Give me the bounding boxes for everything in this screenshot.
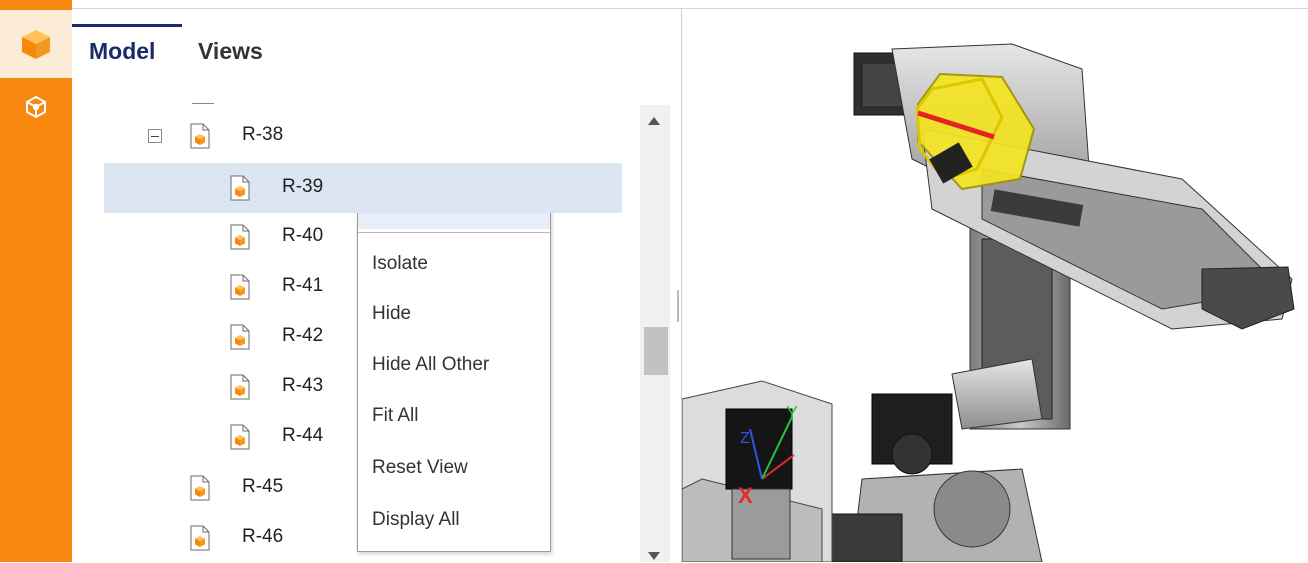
part-document-icon xyxy=(190,525,210,551)
active-tab-indicator xyxy=(72,24,182,27)
part-document-icon xyxy=(230,374,250,400)
tab-views[interactable]: Views xyxy=(198,38,263,65)
part-document-icon xyxy=(230,274,250,300)
tree-item[interactable] xyxy=(104,212,622,262)
part-document-icon xyxy=(230,324,250,350)
tree-item-label: R-41 xyxy=(282,275,324,296)
part-document-icon xyxy=(230,424,250,450)
rail-assembly-button[interactable] xyxy=(0,82,72,132)
tree-connector xyxy=(192,103,214,104)
scroll-up-icon[interactable] xyxy=(648,117,660,125)
part-document-icon xyxy=(230,175,250,201)
3d-viewport[interactable]: X Y Z xyxy=(682,9,1308,562)
model-cube-icon xyxy=(22,30,50,59)
part-document-icon xyxy=(190,475,210,501)
tree-item-label: R-44 xyxy=(282,425,324,446)
axis-y-label: Y xyxy=(786,403,798,423)
tree-item[interactable] xyxy=(104,312,622,362)
tree-item-label: R-46 xyxy=(242,526,284,547)
tree-item[interactable] xyxy=(104,513,622,563)
tree-item-label: R-43 xyxy=(282,375,324,396)
splitter-grip[interactable] xyxy=(677,290,679,322)
tree-item[interactable] xyxy=(104,111,622,161)
assembly-structure-icon xyxy=(26,95,46,119)
part-document-icon xyxy=(190,123,210,149)
scroll-down-icon[interactable] xyxy=(648,552,660,560)
axis-x-label: X xyxy=(738,483,753,508)
tree-item[interactable] xyxy=(104,412,622,462)
tree-item-label: R-40 xyxy=(282,225,324,246)
tree-item-label: R-38 xyxy=(242,124,284,145)
tree-item[interactable] xyxy=(104,262,622,312)
tab-model[interactable]: Model xyxy=(89,38,155,65)
tree-item[interactable] xyxy=(104,463,622,513)
robot-arm-model: X Y Z xyxy=(682,43,1295,562)
part-document-icon xyxy=(230,224,250,250)
tree-item-label: R-39 xyxy=(282,176,324,197)
rail-model-button[interactable] xyxy=(0,10,72,78)
scroll-thumb[interactable] xyxy=(644,327,668,375)
tree-item[interactable] xyxy=(104,362,622,412)
axis-z-label: Z xyxy=(740,430,750,447)
collapse-toggle-icon[interactable] xyxy=(148,129,162,143)
tree-item[interactable] xyxy=(104,163,622,213)
tree-item-label: R-42 xyxy=(282,325,324,346)
tree-item-label: R-45 xyxy=(242,476,284,497)
